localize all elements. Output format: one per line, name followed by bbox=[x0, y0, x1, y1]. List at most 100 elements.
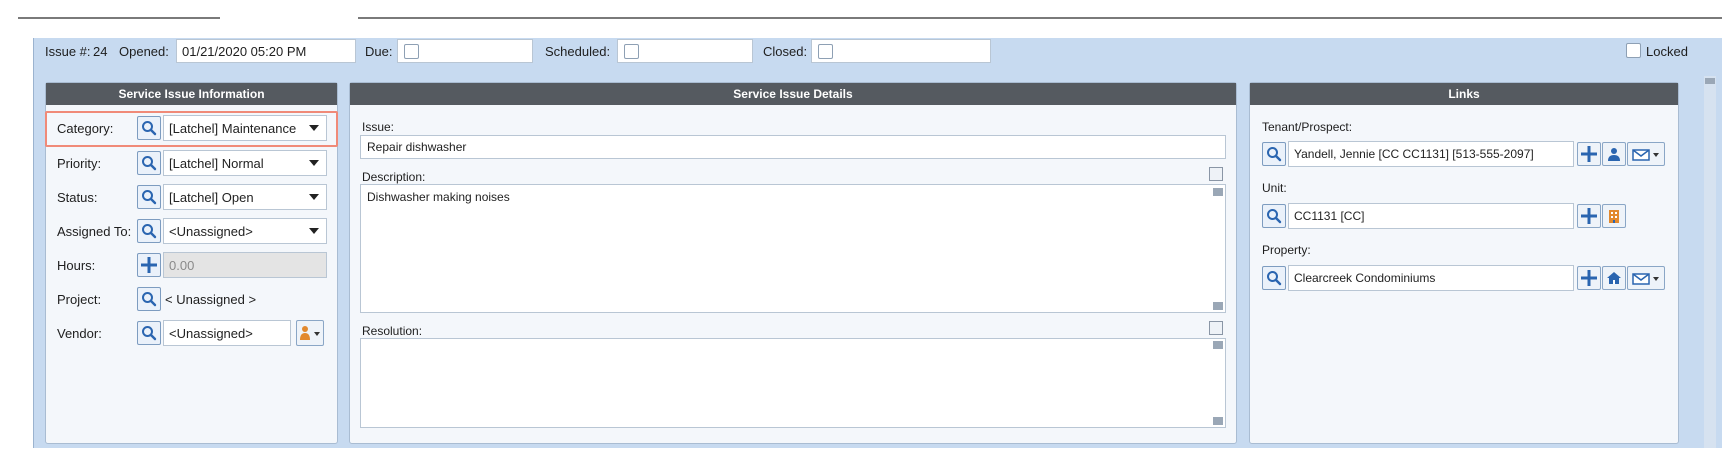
plus-icon bbox=[141, 257, 157, 273]
hours-label: Hours: bbox=[57, 258, 96, 273]
hours-add-button[interactable] bbox=[137, 253, 161, 277]
assigned-to-search-button[interactable] bbox=[137, 219, 161, 243]
mail-icon bbox=[1632, 149, 1659, 161]
tenant-prospect-field[interactable]: Yandell, Jennie [CC CC1131] [513-555-209… bbox=[1288, 141, 1574, 167]
tenant-person-button[interactable] bbox=[1602, 142, 1626, 166]
assigned-to-select[interactable]: <Unassigned> bbox=[163, 218, 327, 244]
description-value: Dishwasher making noises bbox=[367, 190, 510, 204]
project-search-button[interactable] bbox=[137, 287, 161, 311]
category-search-button[interactable] bbox=[137, 116, 161, 140]
form-scroll-up-icon[interactable] bbox=[1705, 78, 1715, 84]
person-icon bbox=[1608, 148, 1620, 161]
form-scrollbar[interactable] bbox=[1704, 76, 1716, 448]
due-checkbox[interactable] bbox=[404, 44, 419, 59]
unit-field[interactable]: CC1131 [CC] bbox=[1288, 203, 1574, 229]
selected-tab-gap bbox=[220, 15, 358, 19]
closed-label: Closed: bbox=[763, 44, 808, 59]
search-icon bbox=[142, 190, 157, 205]
resolution-textarea[interactable] bbox=[360, 338, 1226, 428]
unit-building-button[interactable] bbox=[1602, 204, 1626, 228]
property-add-button[interactable] bbox=[1577, 266, 1601, 290]
tenant-mail-menu-button[interactable] bbox=[1627, 142, 1665, 166]
plus-icon bbox=[1581, 146, 1597, 162]
description-textarea[interactable]: Dishwasher making noises bbox=[360, 184, 1226, 313]
priority-search-button[interactable] bbox=[137, 151, 161, 175]
search-icon bbox=[1267, 271, 1282, 286]
resolution-scroll-up-icon[interactable] bbox=[1213, 341, 1223, 349]
opened-date-field[interactable]: 01/21/2020 05:20 PM bbox=[176, 39, 356, 63]
scheduled-label: Scheduled: bbox=[545, 44, 611, 59]
expand-description-icon[interactable] bbox=[1209, 167, 1223, 181]
property-home-button[interactable] bbox=[1602, 266, 1626, 290]
priority-select[interactable]: [Latchel] Normal bbox=[163, 150, 327, 176]
unit-label: Unit: bbox=[1262, 181, 1287, 195]
links-title: Links bbox=[1250, 83, 1678, 105]
locked-checkbox[interactable] bbox=[1626, 43, 1641, 58]
service-issue-information-title: Service Issue Information bbox=[46, 83, 337, 105]
description-scroll-up-icon[interactable] bbox=[1213, 188, 1223, 196]
search-icon bbox=[142, 121, 157, 136]
status-search-button[interactable] bbox=[137, 185, 161, 209]
closed-checkbox[interactable] bbox=[818, 44, 833, 59]
hours-field[interactable]: 0.00 bbox=[163, 252, 327, 278]
tenant-search-button[interactable] bbox=[1262, 142, 1286, 166]
service-issue-details-title: Service Issue Details bbox=[350, 83, 1236, 105]
tenant-prospect-value: Yandell, Jennie [CC CC1131] [513-555-209… bbox=[1294, 147, 1534, 161]
opened-label: Opened: bbox=[119, 44, 169, 59]
tenant-add-button[interactable] bbox=[1577, 142, 1601, 166]
search-icon bbox=[142, 326, 157, 341]
mail-icon bbox=[1632, 273, 1659, 285]
property-mail-menu-button[interactable] bbox=[1627, 266, 1665, 290]
tenant-prospect-label: Tenant/Prospect: bbox=[1262, 120, 1353, 134]
plus-icon bbox=[1581, 270, 1597, 286]
project-label: Project: bbox=[57, 292, 102, 307]
scheduled-checkbox[interactable] bbox=[624, 44, 639, 59]
scheduled-date-field[interactable] bbox=[617, 39, 753, 63]
search-icon bbox=[142, 156, 157, 171]
hours-value: 0.00 bbox=[169, 257, 195, 273]
links-panel: Links bbox=[1249, 82, 1679, 444]
issue-number-value: 24 bbox=[93, 44, 108, 59]
vendor-person-menu-button[interactable] bbox=[296, 320, 324, 346]
unit-search-button[interactable] bbox=[1262, 204, 1286, 228]
description-scroll-down-icon[interactable] bbox=[1213, 302, 1223, 310]
vendor-field[interactable]: <Unassigned> bbox=[163, 320, 291, 346]
due-date-field[interactable] bbox=[397, 39, 533, 63]
building-icon bbox=[1609, 210, 1619, 223]
property-field[interactable]: Clearcreek Condominiums bbox=[1288, 265, 1574, 291]
status-label: Status: bbox=[57, 190, 98, 205]
search-icon bbox=[1267, 147, 1282, 162]
chevron-down-icon bbox=[309, 228, 319, 234]
property-search-button[interactable] bbox=[1262, 266, 1286, 290]
search-icon bbox=[142, 224, 157, 239]
status-value: [Latchel] Open bbox=[169, 189, 254, 205]
issue-value: Repair dishwasher bbox=[367, 140, 467, 154]
resolution-scroll-down-icon[interactable] bbox=[1213, 417, 1223, 425]
locked-label: Locked bbox=[1646, 44, 1688, 59]
person-icon bbox=[300, 326, 320, 340]
search-icon bbox=[1267, 209, 1282, 224]
issue-input[interactable]: Repair dishwasher bbox=[360, 135, 1226, 159]
property-label: Property: bbox=[1262, 243, 1311, 257]
unit-value: CC1131 [CC] bbox=[1294, 209, 1365, 223]
expand-resolution-icon[interactable] bbox=[1209, 321, 1223, 335]
category-select[interactable]: [Latchel] Maintenance bbox=[163, 115, 327, 141]
due-label: Due: bbox=[365, 44, 393, 59]
plus-icon bbox=[1581, 208, 1597, 224]
status-select[interactable]: [Latchel] Open bbox=[163, 184, 327, 210]
closed-date-field[interactable] bbox=[811, 39, 991, 63]
vendor-value: <Unassigned> bbox=[169, 325, 253, 341]
issue-label: Issue: bbox=[362, 120, 395, 134]
chevron-down-icon bbox=[309, 160, 319, 166]
priority-label: Priority: bbox=[57, 156, 102, 171]
vendor-search-button[interactable] bbox=[137, 321, 161, 345]
issue-number-label: Issue #: bbox=[45, 44, 91, 59]
chevron-down-icon bbox=[309, 125, 319, 131]
unit-add-button[interactable] bbox=[1577, 204, 1601, 228]
category-value: [Latchel] Maintenance bbox=[169, 120, 297, 136]
vendor-label: Vendor: bbox=[57, 326, 102, 341]
assigned-to-value: <Unassigned> bbox=[169, 223, 253, 239]
opened-date-value: 01/21/2020 05:20 PM bbox=[182, 44, 307, 59]
chevron-down-icon bbox=[309, 194, 319, 200]
resolution-label: Resolution: bbox=[362, 324, 423, 338]
